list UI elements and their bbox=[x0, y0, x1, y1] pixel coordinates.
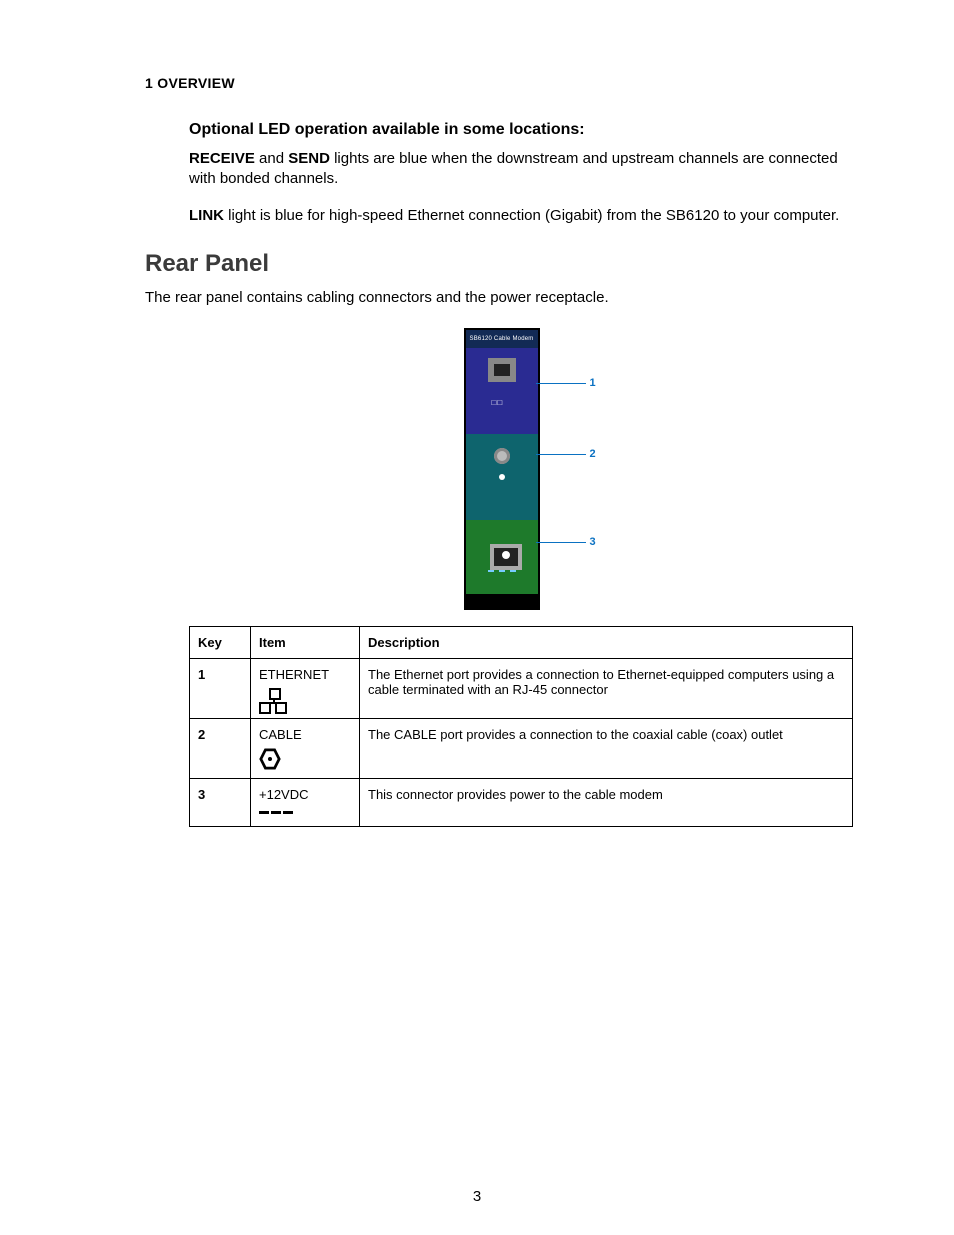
receive-label: RECEIVE bbox=[189, 150, 255, 167]
cell-item: +12VDC bbox=[251, 779, 360, 827]
table-row: 1 ETHERNET The Ethernet port provides a … bbox=[190, 659, 853, 719]
rear-panel-table: Key Item Description 1 ETHERNET The Ethe… bbox=[189, 626, 853, 827]
led-subheading: Optional LED operation available in some… bbox=[189, 121, 854, 139]
led-paragraph-1: RECEIVE and SEND lights are blue when th… bbox=[189, 149, 854, 190]
callout-2: 2 bbox=[590, 448, 596, 460]
rear-panel-intro: The rear panel contains cabling connecto… bbox=[145, 288, 854, 308]
led-paragraph-2: LINK light is blue for high-speed Ethern… bbox=[189, 206, 854, 226]
section-title-rear-panel: Rear Panel bbox=[145, 250, 854, 278]
power-icon bbox=[259, 808, 293, 818]
table-row: 2 CABLE The CABLE port provides a connec… bbox=[190, 719, 853, 779]
th-item: Item bbox=[251, 627, 360, 659]
rear-panel-diagram: SB6120 Cable Modem □□ 1 2 bbox=[145, 328, 854, 612]
coax-icon bbox=[259, 748, 281, 770]
th-key: Key bbox=[190, 627, 251, 659]
link-label: LINK bbox=[189, 207, 224, 224]
ethernet-icon bbox=[259, 688, 287, 710]
power-port-icon bbox=[490, 544, 522, 570]
cell-desc: The CABLE port provides a connection to … bbox=[360, 719, 853, 779]
cell-item: ETHERNET bbox=[251, 659, 360, 719]
cell-desc: The Ethernet port provides a connection … bbox=[360, 659, 853, 719]
th-desc: Description bbox=[360, 627, 853, 659]
cell-key: 3 bbox=[190, 779, 251, 827]
device-label: SB6120 Cable Modem bbox=[466, 330, 538, 348]
table-row: 3 +12VDC This connector provides power t… bbox=[190, 779, 853, 827]
cell-item: CABLE bbox=[251, 719, 360, 779]
cell-key: 2 bbox=[190, 719, 251, 779]
coax-port-icon bbox=[494, 448, 510, 464]
callout-3: 3 bbox=[590, 536, 596, 548]
power-symbol-icon bbox=[488, 570, 516, 572]
ethernet-port-icon bbox=[488, 358, 516, 382]
cell-desc: This connector provides power to the cab… bbox=[360, 779, 853, 827]
cell-key: 1 bbox=[190, 659, 251, 719]
page-number: 3 bbox=[0, 1188, 954, 1205]
ethernet-symbol-icon: □□ bbox=[492, 398, 504, 407]
callout-1: 1 bbox=[590, 377, 596, 389]
chapter-label: 1 OVERVIEW bbox=[145, 75, 854, 91]
send-label: SEND bbox=[288, 150, 330, 167]
